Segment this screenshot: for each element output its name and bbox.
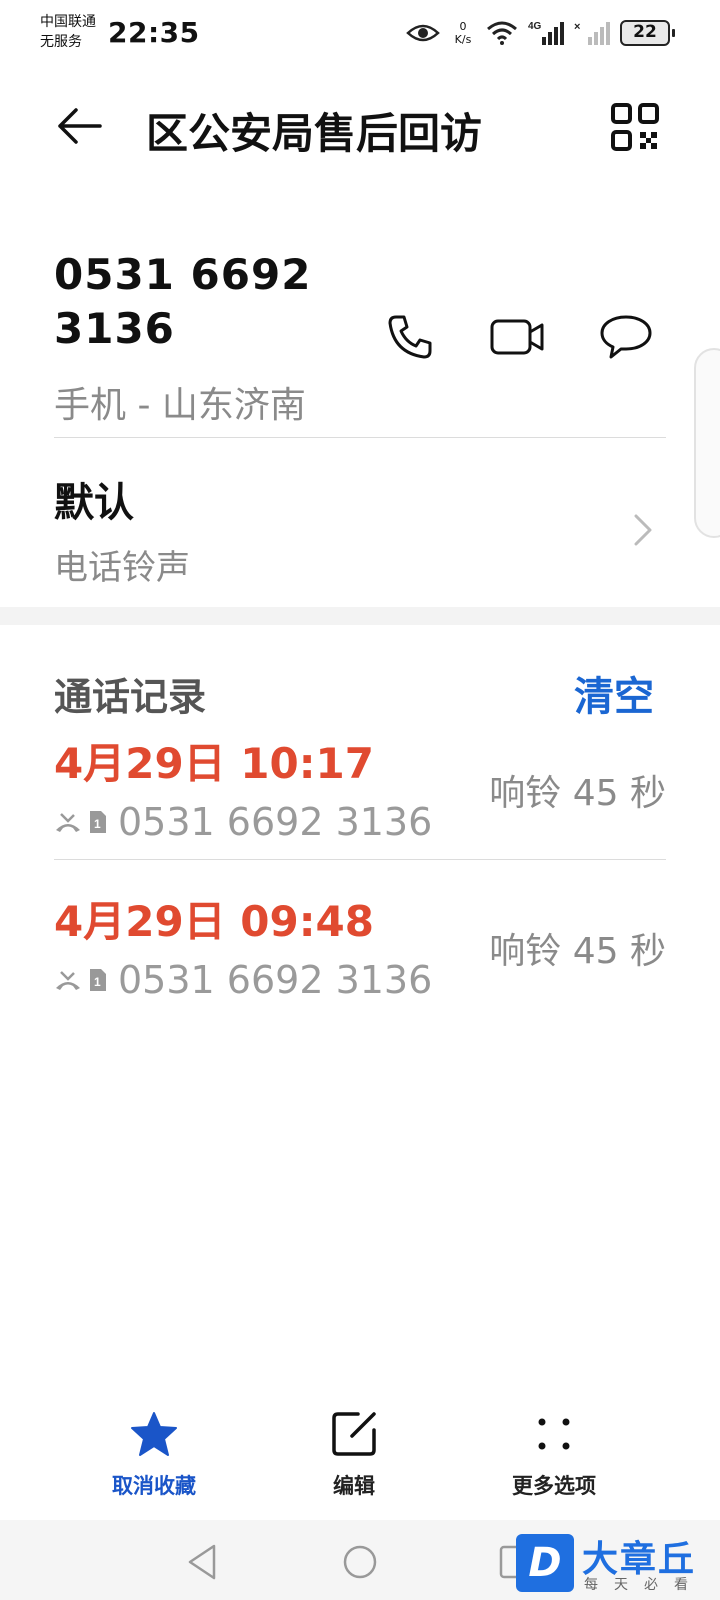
call-duration: 响铃 45 秒 (489, 931, 666, 972)
missed-call-icon (56, 971, 80, 990)
more-dots-icon (538, 1418, 570, 1450)
call-button[interactable] (382, 312, 438, 362)
no-signal-icon: × (574, 21, 610, 45)
side-panel-handle[interactable] (694, 348, 720, 538)
video-camera-icon (490, 319, 544, 355)
watermark-logo: D (516, 1534, 574, 1592)
more-options-button[interactable]: 更多选项 (474, 1408, 634, 1500)
message-button[interactable] (598, 312, 654, 362)
ringtone-value: 默认 (54, 480, 134, 526)
edit-label: 编辑 (333, 1474, 375, 1498)
call-log-entry[interactable]: 4月29日 10:17 响铃 45 秒 1 0531 6692 3136 (54, 730, 666, 860)
edit-button[interactable]: 编辑 (274, 1408, 434, 1500)
qr-code-button[interactable] (610, 102, 660, 152)
nav-back-icon[interactable] (184, 1542, 224, 1582)
watermark-slogan: 每天必看 (584, 1577, 704, 1593)
status-icons: 0 K/s 4G × 22 (406, 16, 675, 50)
call-time: 4月29日 10:17 (54, 739, 374, 788)
star-icon (131, 1412, 177, 1456)
more-options-label: 更多选项 (512, 1474, 596, 1498)
contact-actions (382, 312, 654, 362)
net-speed: 0 K/s (450, 20, 476, 46)
4g-signal-icon: 4G (528, 21, 564, 45)
svg-text:4G: 4G (528, 21, 542, 32)
wifi-icon (487, 21, 517, 45)
ringtone-label: 电话铃声 (54, 548, 190, 588)
call-number: 0531 6692 3136 (118, 958, 433, 1002)
message-bubble-icon (600, 315, 652, 359)
carrier-info: 中国联通 无服务 (40, 12, 96, 52)
missed-call-icon (56, 813, 80, 832)
status-time: 22:35 (108, 16, 200, 49)
svg-text:1: 1 (94, 975, 101, 989)
call-number: 0531 6692 3136 (118, 800, 433, 844)
service-status: 无服务 (40, 34, 82, 50)
number-location: 手机 - 山东济南 (54, 385, 306, 426)
edit-icon (332, 1412, 376, 1456)
contact-number: 0531 6692 3136 (54, 250, 312, 353)
eye-icon (406, 24, 440, 42)
call-log-title: 通话记录 (54, 675, 207, 719)
svg-text:×: × (574, 21, 580, 33)
net-speed-value: 0 (459, 20, 467, 33)
call-log-entry[interactable]: 4月29日 09:48 响铃 45 秒 1 0531 6692 3136 (54, 888, 666, 1018)
clear-call-log-button[interactable]: 清空 (574, 664, 654, 722)
unfavorite-button[interactable]: 取消收藏 (74, 1408, 234, 1500)
bottom-action-bar: 取消收藏 编辑 更多选项 (0, 1408, 720, 1508)
sim-card-icon: 1 (90, 969, 106, 991)
section-separator (0, 607, 720, 625)
status-bar: 中国联通 无服务 22:35 0 K/s 4G × 22 (0, 0, 720, 64)
sim-card-icon: 1 (90, 811, 106, 833)
video-call-button[interactable] (490, 312, 546, 362)
call-meta: 1 0531 6692 3136 (54, 800, 432, 844)
unfavorite-label: 取消收藏 (112, 1474, 196, 1498)
phone-icon (388, 315, 432, 359)
call-meta: 1 0531 6692 3136 (54, 958, 432, 1002)
svg-text:1: 1 (94, 817, 101, 831)
qr-code-icon (611, 103, 659, 151)
divider (54, 859, 666, 860)
page-title: 区公安局售后回访 (146, 109, 483, 158)
call-duration: 响铃 45 秒 (489, 773, 666, 814)
back-button[interactable] (50, 98, 106, 154)
carrier-name: 中国联通 (40, 14, 96, 30)
back-arrow-icon (58, 108, 102, 144)
watermark: D 大章丘 每天必看 (516, 1532, 716, 1596)
title-bar: 区公安局售后回访 (0, 88, 720, 166)
call-time: 4月29日 09:48 (54, 897, 374, 946)
battery-icon: 22 (620, 20, 675, 46)
net-speed-unit: K/s (454, 33, 472, 46)
chevron-right-icon (634, 514, 652, 546)
nav-home-icon[interactable] (340, 1542, 380, 1582)
divider (54, 437, 666, 438)
